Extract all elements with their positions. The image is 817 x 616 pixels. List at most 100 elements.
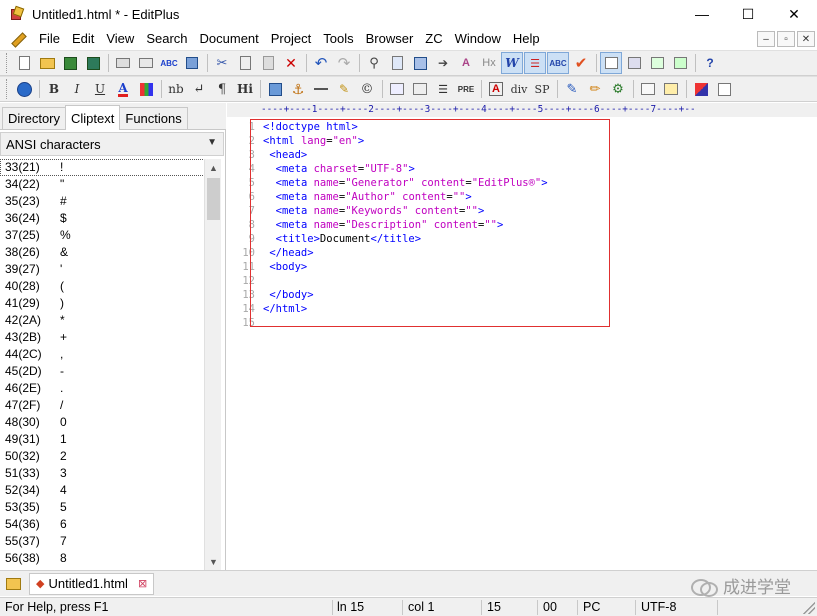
- scroll-down-icon[interactable]: ▼: [205, 553, 222, 570]
- cut-icon[interactable]: ✂: [211, 52, 233, 74]
- comment-icon[interactable]: ✎: [333, 78, 355, 100]
- close-tab-icon[interactable]: ⊠: [138, 577, 147, 590]
- tab-cliptext[interactable]: Cliptext: [65, 105, 121, 130]
- menu-window[interactable]: Window: [449, 28, 507, 50]
- character-list-item[interactable]: 55(37) 7: [0, 533, 205, 550]
- directory-icon[interactable]: [669, 52, 691, 74]
- save-icon[interactable]: [59, 52, 81, 74]
- print-preview-icon[interactable]: [135, 52, 157, 74]
- tools-icon[interactable]: ⚙: [607, 78, 629, 100]
- character-list-item[interactable]: 45(2D) -: [0, 363, 205, 380]
- menu-search[interactable]: Search: [140, 28, 193, 50]
- close-button[interactable]: ✕: [771, 0, 817, 28]
- find-icon[interactable]: ⚲: [363, 52, 385, 74]
- copyright-icon[interactable]: ©: [356, 78, 378, 100]
- line-break-button[interactable]: ↵: [188, 78, 210, 100]
- open-folder-icon[interactable]: [36, 52, 58, 74]
- mdi-restore-button[interactable]: ▫: [777, 31, 795, 47]
- toolbar-grip[interactable]: [6, 79, 9, 99]
- check-icon[interactable]: ✔: [570, 52, 592, 74]
- character-list-item[interactable]: 54(36) 6: [0, 516, 205, 533]
- frame-icon[interactable]: [637, 78, 659, 100]
- character-list-item[interactable]: 40(28) (: [0, 278, 205, 295]
- chevron-down-icon[interactable]: ▼: [207, 137, 217, 148]
- replace-icon[interactable]: [386, 52, 408, 74]
- menu-document[interactable]: Document: [194, 28, 265, 50]
- undo-icon[interactable]: ↶: [310, 52, 332, 74]
- word-wrap-icon[interactable]: W: [501, 52, 523, 74]
- code-text-area[interactable]: <!doctype html> <html lang="en"> <head> <…: [263, 120, 803, 560]
- tab-directory[interactable]: Directory: [2, 107, 67, 129]
- heading-button[interactable]: Hi: [234, 78, 256, 100]
- paragraph-button[interactable]: ¶: [211, 78, 233, 100]
- mdi-close-button[interactable]: ✕: [797, 31, 815, 47]
- menu-zc[interactable]: ZC: [419, 28, 448, 50]
- anchor-icon[interactable]: ⚓: [287, 78, 309, 100]
- delete-icon[interactable]: ✕: [280, 52, 302, 74]
- split-view-icon[interactable]: [713, 78, 735, 100]
- character-list-item[interactable]: 36(24) $: [0, 210, 205, 227]
- italic-button[interactable]: I: [66, 78, 88, 100]
- character-list-item[interactable]: 35(23) #: [0, 193, 205, 210]
- color-table-icon[interactable]: [135, 78, 157, 100]
- new-file-icon[interactable]: [13, 52, 35, 74]
- character-list-item[interactable]: 34(22) ": [0, 176, 205, 193]
- cliptext-library-select[interactable]: ANSI characters ▼: [0, 132, 224, 156]
- menu-view[interactable]: View: [100, 28, 140, 50]
- folder-icon[interactable]: [6, 577, 21, 590]
- edit-icon[interactable]: ✎: [561, 78, 583, 100]
- div-button[interactable]: div: [508, 78, 530, 100]
- image-icon[interactable]: [264, 78, 286, 100]
- character-list-item[interactable]: 46(2E).: [0, 380, 205, 397]
- maximize-button[interactable]: ☐: [725, 0, 771, 28]
- menu-help[interactable]: Help: [507, 28, 546, 50]
- character-list-item[interactable]: 53(35) 5: [0, 499, 205, 516]
- character-list-item[interactable]: 41(29)): [0, 295, 205, 312]
- menu-file[interactable]: File: [33, 28, 66, 50]
- layer-icon[interactable]: [660, 78, 682, 100]
- status-encoding[interactable]: UTF-8: [641, 598, 676, 616]
- bold-button[interactable]: B: [43, 78, 65, 100]
- word-wrap-toggle-icon[interactable]: [181, 52, 203, 74]
- highlight-icon[interactable]: A: [455, 52, 477, 74]
- character-list-item[interactable]: 42(2A) *: [0, 312, 205, 329]
- browser-preview-icon[interactable]: [13, 78, 35, 100]
- character-list-item[interactable]: 43(2B) +: [0, 329, 205, 346]
- brush-icon[interactable]: ✏: [584, 78, 606, 100]
- form-icon[interactable]: [409, 78, 431, 100]
- line-number-icon[interactable]: ☰: [524, 52, 546, 74]
- table-icon[interactable]: [386, 78, 408, 100]
- toolbar-grip[interactable]: [6, 53, 9, 73]
- spell-check-icon[interactable]: ABC: [158, 52, 180, 74]
- character-list-item[interactable]: 52(34) 4: [0, 482, 205, 499]
- column-select-icon[interactable]: ABC: [547, 52, 569, 74]
- scroll-up-icon[interactable]: ▲: [205, 159, 222, 176]
- character-list-scrollbar[interactable]: ▲ ▼: [204, 159, 221, 570]
- copy-icon[interactable]: [234, 52, 256, 74]
- character-list-item[interactable]: 50(32) 2: [0, 448, 205, 465]
- hx-icon[interactable]: Hx: [478, 52, 500, 74]
- ruler-toggle-icon[interactable]: [600, 52, 622, 74]
- menu-project[interactable]: Project: [265, 28, 317, 50]
- character-list-item[interactable]: 47(2F) /: [0, 397, 205, 414]
- menu-edit[interactable]: Edit: [66, 28, 100, 50]
- goto-icon[interactable]: ➔: [432, 52, 454, 74]
- scroll-thumb[interactable]: [207, 178, 220, 220]
- mdi-minimize-button[interactable]: –: [757, 31, 775, 47]
- list-icon[interactable]: ☰: [432, 78, 454, 100]
- color-picker-icon[interactable]: [690, 78, 712, 100]
- minimize-button[interactable]: —: [679, 0, 725, 28]
- browser-icon[interactable]: [646, 52, 668, 74]
- document-tab-untitled1[interactable]: ◆ Untitled1.html ⊠: [29, 572, 155, 595]
- paste-icon[interactable]: [257, 52, 279, 74]
- resize-grip[interactable]: [803, 602, 815, 614]
- redo-icon[interactable]: ↷: [333, 52, 355, 74]
- nbsp-button[interactable]: nb: [165, 78, 187, 100]
- tab-functions[interactable]: Functions: [119, 107, 188, 129]
- character-list-item[interactable]: 37(25)%: [0, 227, 205, 244]
- character-list-item[interactable]: 51(33) 3: [0, 465, 205, 482]
- output-window-icon[interactable]: [623, 52, 645, 74]
- save-all-icon[interactable]: [82, 52, 104, 74]
- font-dialog-icon[interactable]: A: [485, 78, 507, 100]
- underline-button[interactable]: U: [89, 78, 111, 100]
